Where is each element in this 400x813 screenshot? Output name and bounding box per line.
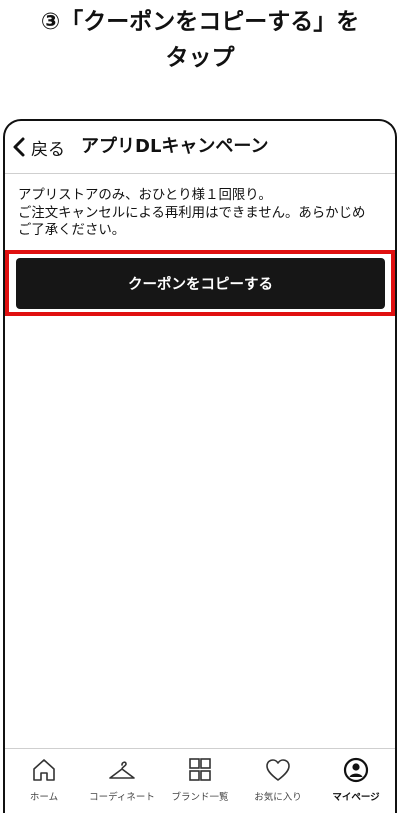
- instruction-text: ③「クーポンをコピーする」を タップ: [0, 4, 400, 76]
- bottom-tab-bar: ホーム コーディネート ブランド一覧 お気に入り マイページ: [5, 748, 395, 813]
- app-header: 戻る アプリDLキャンペーン: [5, 121, 395, 174]
- tab-brands[interactable]: ブランド一覧: [161, 749, 239, 813]
- tab-coordinate[interactable]: コーディネート: [83, 749, 161, 813]
- note-line-1: アプリストアのみ、おひとり様１回限り。: [18, 188, 272, 203]
- page-title: アプリDLキャンペーン: [81, 136, 269, 157]
- tab-label-home: ホーム: [29, 792, 59, 803]
- back-label: 戻る: [31, 139, 65, 160]
- note-line-2: ご注文キャンセルによる再利用はできません。あらかじめ: [18, 205, 366, 221]
- tab-home[interactable]: ホーム: [5, 749, 83, 813]
- campaign-note: アプリストアのみ、おひとり様１回限り。 ご注文キャンセルによる再利用はできません…: [18, 187, 390, 240]
- tab-label-coordinate: コーディネート: [89, 792, 155, 803]
- copy-coupon-button[interactable]: クーポンをコピーする: [16, 258, 385, 309]
- tab-favorites[interactable]: お気に入り: [239, 749, 317, 813]
- heart-icon: [264, 757, 292, 783]
- home-icon: [30, 757, 58, 783]
- user-icon: [342, 757, 370, 783]
- tab-label-mypage: マイページ: [332, 792, 380, 803]
- tab-mypage[interactable]: マイページ: [317, 749, 395, 813]
- instruction-line-2: タップ: [165, 45, 235, 71]
- instruction-line-1: ③「クーポンをコピーする」を: [40, 9, 360, 35]
- tab-label-favorites: お気に入り: [254, 792, 302, 803]
- note-line-3: ご了承ください。: [18, 223, 126, 238]
- chevron-left-icon: [11, 136, 27, 158]
- back-button[interactable]: 戻る: [11, 133, 65, 161]
- hanger-icon: [108, 757, 136, 783]
- phone-screen: 戻る アプリDLキャンペーン アプリストアのみ、おひとり様１回限り。 ご注文キャ…: [3, 119, 397, 813]
- grid-icon: [186, 757, 214, 783]
- tab-label-brands: ブランド一覧: [171, 792, 229, 803]
